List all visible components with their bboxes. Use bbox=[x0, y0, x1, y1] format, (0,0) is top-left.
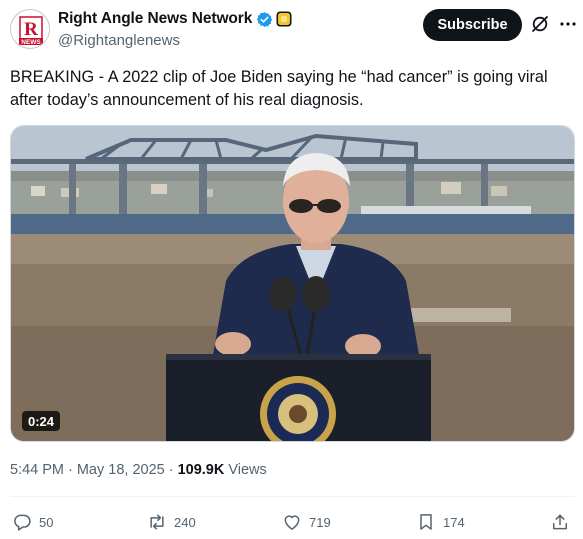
views-label: Views bbox=[228, 462, 267, 478]
reply-icon bbox=[14, 514, 31, 531]
logo-icon: R NEWS bbox=[13, 12, 49, 48]
bookmark-icon bbox=[420, 514, 432, 530]
repost-button[interactable]: 240 bbox=[147, 508, 196, 536]
subscribe-button[interactable]: Subscribe bbox=[423, 9, 522, 41]
video-duration: 0:24 bbox=[22, 411, 61, 431]
like-button[interactable]: 719 bbox=[282, 508, 331, 536]
gold-affiliate-icon[interactable] bbox=[276, 11, 292, 27]
meta-separator-2: · bbox=[168, 462, 174, 478]
tweet-text: BREAKING - A 2022 clip of Joe Biden sayi… bbox=[10, 68, 548, 109]
avatar-letter: R bbox=[24, 19, 38, 40]
verified-badge-icon[interactable] bbox=[256, 11, 273, 28]
post-date[interactable]: May 18, 2025 bbox=[77, 462, 165, 478]
like-count: 719 bbox=[309, 514, 331, 530]
meta-separator: · bbox=[68, 462, 73, 478]
repost-count: 240 bbox=[174, 514, 196, 530]
tweet-header: R NEWS Right Angle News Network @Rightan… bbox=[10, 8, 578, 52]
post-time[interactable]: 5:44 PM bbox=[10, 462, 64, 478]
name-row: Right Angle News Network bbox=[58, 9, 292, 29]
handle[interactable]: @Rightanglenews bbox=[58, 32, 292, 49]
reply-button[interactable]: 50 bbox=[12, 508, 53, 536]
repost-icon bbox=[150, 514, 164, 530]
reply-count: 50 bbox=[39, 514, 54, 530]
grok-icon[interactable] bbox=[530, 14, 550, 34]
share-button[interactable] bbox=[550, 508, 577, 536]
avatar[interactable]: R NEWS bbox=[10, 9, 50, 49]
avatar-caption: NEWS bbox=[21, 39, 41, 46]
bookmark-button[interactable]: 174 bbox=[416, 508, 465, 536]
video-frame bbox=[11, 126, 574, 441]
action-bar: 50 240 719 174 bbox=[10, 508, 575, 536]
more-icon[interactable] bbox=[558, 14, 578, 34]
bookmark-count: 174 bbox=[443, 514, 465, 530]
share-icon bbox=[553, 514, 567, 530]
name-block: Right Angle News Network @Rightanglenews bbox=[58, 9, 292, 49]
divider bbox=[10, 496, 575, 497]
video-player[interactable]: 0:24 bbox=[10, 125, 575, 442]
tweet-meta: 5:44 PM · May 18, 2025 · 109.9K Views bbox=[10, 462, 267, 478]
display-name[interactable]: Right Angle News Network bbox=[58, 10, 252, 28]
views-count: 109.9K bbox=[177, 462, 225, 478]
like-icon bbox=[284, 515, 300, 530]
